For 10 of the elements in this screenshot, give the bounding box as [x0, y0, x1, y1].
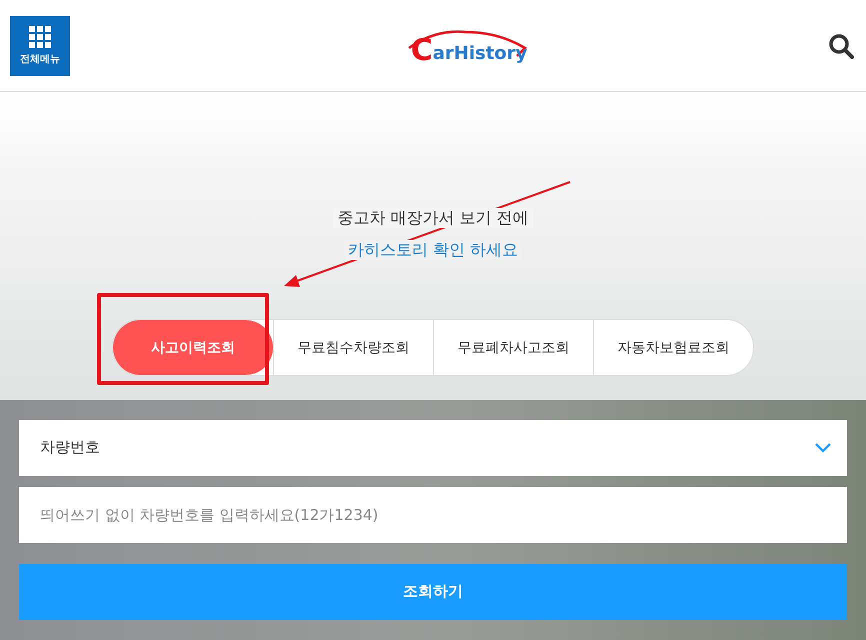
menu-button[interactable]: 전체메뉴 — [10, 16, 70, 76]
search-tab[interactable]: 무료침수차량조회 — [273, 320, 433, 375]
search-tab[interactable]: 자동차보험료조회 — [593, 320, 753, 375]
search-icon[interactable] — [828, 32, 854, 58]
plate-number-input[interactable]: 띄어쓰기 없이 차량번호를 입력하세요(12가1234) — [19, 486, 847, 543]
search-tab[interactable]: 무료폐차사고조회 — [433, 320, 593, 375]
chevron-down-icon — [815, 442, 831, 453]
hero-headline: 중고차 매장가서 보기 전에 — [333, 208, 533, 228]
grid-icon — [29, 26, 51, 48]
plate-type-select[interactable]: 차량번호 — [19, 420, 847, 476]
